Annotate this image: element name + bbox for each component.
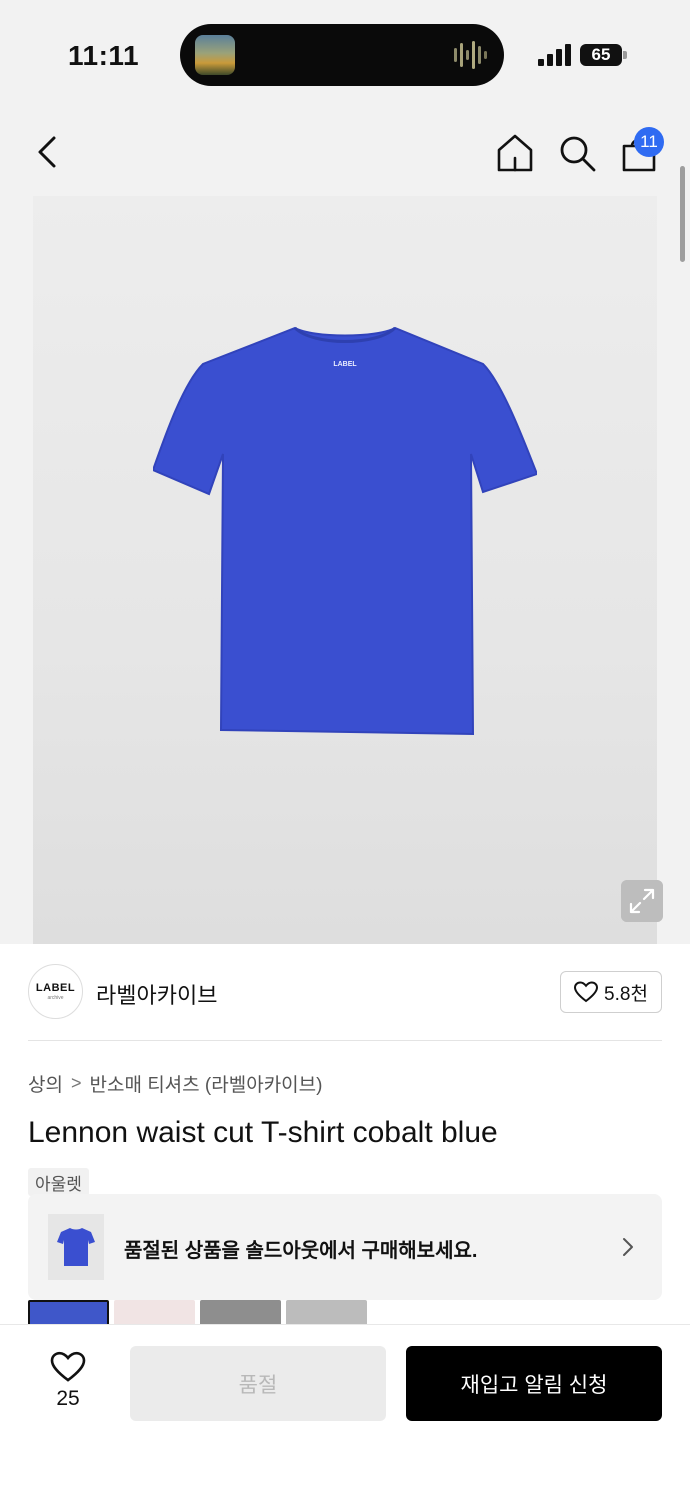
divider (28, 1040, 662, 1041)
color-swatch[interactable] (114, 1300, 195, 1324)
color-swatch-list (28, 1300, 368, 1324)
status-bar: 11:11 65 (0, 0, 690, 110)
audio-waveform-icon (454, 41, 487, 69)
product-title: Lennon waist cut T-shirt cobalt blue (28, 1116, 498, 1149)
tshirt-image: LABEL (153, 326, 537, 736)
color-swatch[interactable] (28, 1300, 109, 1324)
breadcrumb-subcategory[interactable]: 반소매 티셔츠 (라벨아카이브) (89, 1070, 322, 1097)
wishlist-button[interactable]: 25 (40, 1351, 96, 1415)
shirt-label-print: LABEL (333, 361, 357, 368)
battery-tip (623, 51, 627, 59)
tshirt-thumbnail-icon (57, 1228, 95, 1266)
page-scrollbar[interactable] (680, 166, 685, 262)
restock-alert-button[interactable]: 재입고 알림 신청 (406, 1346, 662, 1421)
heart-icon (50, 1351, 86, 1382)
brand-logo-sub: archive (47, 995, 64, 1001)
product-image-area: LABEL (0, 196, 690, 944)
breadcrumb-separator: > (70, 1073, 82, 1093)
cellular-signal-icon (538, 44, 571, 66)
brand-logo[interactable]: LABEL archive (28, 964, 83, 1019)
search-icon[interactable] (556, 132, 598, 174)
outlet-tag: 아울렛 (28, 1168, 89, 1196)
breadcrumb-category[interactable]: 상의 (28, 1070, 63, 1097)
brand-row: LABEL archive 라벨아카이브 5.8천 (28, 964, 662, 1020)
color-swatch[interactable] (200, 1300, 281, 1324)
product-image[interactable]: LABEL (33, 196, 663, 944)
brand-like-button[interactable]: 5.8천 (560, 971, 662, 1013)
soldout-thumbnail (48, 1214, 104, 1280)
soldout-button: 품절 (130, 1346, 386, 1421)
chevron-right-icon (623, 1238, 633, 1256)
bottom-action-bar: 25 품절 재입고 알림 신청 (0, 1324, 690, 1500)
soldout-banner[interactable]: 품절된 상품을 솔드아웃에서 구매해보세요. (28, 1194, 662, 1300)
now-playing-album-art (195, 35, 235, 75)
heart-icon (574, 981, 599, 1003)
brand-logo-text: LABEL (35, 982, 76, 994)
home-icon[interactable] (494, 132, 536, 174)
color-swatch[interactable] (286, 1300, 367, 1324)
expand-icon[interactable] (621, 880, 663, 922)
breadcrumb: 상의 > 반소매 티셔츠 (라벨아카이브) (28, 1070, 322, 1097)
back-icon[interactable] (30, 132, 66, 172)
wishlist-count: 25 (56, 1387, 80, 1410)
battery-indicator: 65 (580, 44, 622, 66)
cart-count-badge: 11 (634, 127, 664, 157)
soldout-banner-text: 품절된 상품을 솔드아웃에서 구매해보세요. (124, 1240, 478, 1262)
brand-name[interactable]: 라벨아카이브 (96, 978, 217, 1010)
status-time: 11:11 (68, 40, 140, 71)
top-nav-bar (0, 110, 690, 196)
brand-like-count: 5.8천 (604, 983, 648, 1005)
